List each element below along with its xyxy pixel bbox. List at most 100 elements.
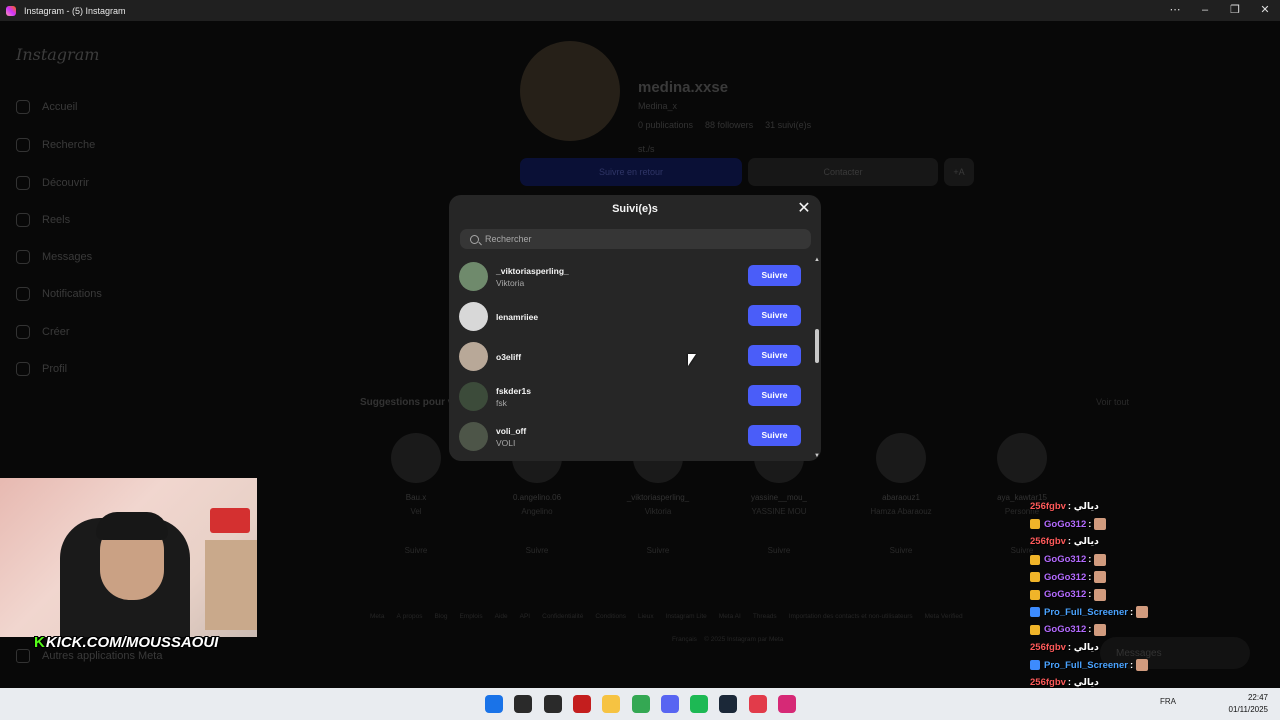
suggestion-follow-button[interactable]: Suivre [603, 546, 713, 555]
footer-link[interactable]: API [520, 613, 530, 620]
footer-link[interactable]: Threads [753, 613, 777, 620]
footer-link[interactable]: Meta AI [719, 613, 741, 620]
minimize-button[interactable]: – [1190, 0, 1220, 21]
close-window-button[interactable]: ✕ [1250, 0, 1280, 21]
suggestion-avatar[interactable] [997, 433, 1047, 483]
obs-icon[interactable] [572, 695, 591, 713]
see-all-link[interactable]: Voir tout [1096, 397, 1129, 407]
list-item-username[interactable]: fskder1s [496, 386, 531, 396]
footer-link[interactable]: Emplois [460, 613, 483, 620]
suggestion-avatar[interactable] [876, 433, 926, 483]
sidebar-item-label: Recherche [42, 139, 96, 151]
followers-count[interactable]: 88 followers [705, 120, 753, 130]
suggestion-follow-button[interactable]: Suivre [724, 546, 834, 555]
suggestion-avatar[interactable] [391, 433, 441, 483]
taskbar-clock[interactable]: 22:47 01/11/2025 [1224, 692, 1268, 716]
user-avatar[interactable] [459, 422, 488, 451]
close-icon[interactable]: ✕ [795, 200, 813, 218]
chat-username[interactable]: GoGo312 [1044, 624, 1086, 635]
windows-start-icon[interactable] [485, 695, 503, 713]
sidebar-item-0[interactable]: Accueil [16, 97, 77, 117]
footer-link[interactable]: Aide [495, 613, 508, 620]
sidebar-item-label: Messages [42, 251, 93, 263]
search-icon [16, 138, 30, 152]
list-item[interactable]: lenamriiee Suivre [449, 297, 813, 337]
list-item-username[interactable]: _viktoriasperling_ [496, 266, 569, 276]
chat-username[interactable]: Pro_Full_Screener [1044, 660, 1128, 671]
suggestion-card[interactable]: abaraouz1 Hamza Abaraouz Suivre [846, 433, 956, 573]
footer-link[interactable]: Blog [434, 613, 447, 620]
steam-icon[interactable] [719, 695, 738, 713]
list-item[interactable]: voli_off VOLI Suivre [449, 417, 813, 457]
follow-button[interactable]: Suivre [748, 425, 801, 446]
task-view-icon[interactable] [543, 695, 562, 713]
footer-link[interactable]: À propos [396, 613, 422, 620]
follow-button[interactable]: Suivre [748, 305, 801, 326]
copyright-text: © 2025 Instagram par Meta [704, 636, 784, 643]
user-avatar[interactable] [459, 262, 488, 291]
sidebar-item-3[interactable]: Reels [16, 210, 70, 230]
list-item-username[interactable]: o3eliff [496, 352, 521, 362]
chat-username[interactable]: 256fgbv [1030, 501, 1066, 512]
chat-username[interactable]: 256fgbv [1030, 536, 1066, 547]
list-item-username[interactable]: lenamriiee [496, 312, 538, 322]
more-options-icon[interactable]: ⋯ [1160, 0, 1190, 21]
footer-link[interactable]: Meta Verified [925, 613, 963, 620]
discord-icon[interactable] [660, 695, 679, 713]
valorant-icon[interactable] [748, 695, 767, 713]
footer-link[interactable]: Confidentialité [542, 613, 583, 620]
footer-link[interactable]: Meta [370, 613, 384, 620]
modal-search[interactable] [460, 229, 811, 249]
user-avatar[interactable] [459, 382, 488, 411]
list-item-fullname: VOLI [496, 438, 516, 448]
scroll-down-icon[interactable]: ▼ [814, 453, 820, 459]
chat-username[interactable]: GoGo312 [1044, 554, 1086, 565]
footer-link[interactable]: Importation des contacts et non-utilisat… [789, 613, 913, 620]
suggestion-follow-button[interactable]: Suivre [846, 546, 956, 555]
sidebar-item-6[interactable]: Créer [16, 322, 70, 342]
add-person-icon[interactable]: +A [944, 158, 974, 186]
chat-username[interactable]: GoGo312 [1044, 519, 1086, 530]
follow-button[interactable]: Suivre [748, 265, 801, 286]
contact-button[interactable]: Contacter [748, 158, 938, 186]
search-input[interactable] [485, 234, 785, 244]
chat-username[interactable]: 256fgbv [1030, 677, 1066, 688]
sidebar-item-1[interactable]: Recherche [16, 135, 95, 155]
sidebar-item-7[interactable]: Profil [16, 359, 67, 379]
suggestion-follow-button[interactable]: Suivre [482, 546, 592, 555]
list-item[interactable]: o3eliff Suivre [449, 337, 813, 377]
scroll-up-icon[interactable]: ▲ [814, 257, 820, 263]
chat-username[interactable]: 256fgbv [1030, 642, 1066, 653]
footer-link[interactable]: Lieux [638, 613, 654, 620]
scrollbar-thumb[interactable] [815, 329, 819, 363]
sidebar-item-2[interactable]: Découvrir [16, 173, 89, 193]
follow-button[interactable]: Suivre [748, 345, 801, 366]
sidebar-item-5[interactable]: Notifications [16, 284, 102, 304]
chat-username[interactable]: Pro_Full_Screener [1044, 607, 1128, 618]
modal-scrollbar[interactable]: ▲ ▼ [813, 257, 821, 461]
chat-username[interactable]: GoGo312 [1044, 572, 1086, 583]
list-item-username[interactable]: voli_off [496, 426, 526, 436]
chat-username[interactable]: GoGo312 [1044, 589, 1086, 600]
follow-back-button[interactable]: Suivre en retour [520, 158, 742, 186]
footer-link[interactable]: Instagram Lite [666, 613, 707, 620]
following-count[interactable]: 31 suivi(e)s [765, 120, 811, 130]
taskbar-language[interactable]: FRA [1160, 697, 1176, 706]
search-icon[interactable] [514, 695, 533, 713]
list-item[interactable]: _viktoriasperling_ Viktoria Suivre [449, 257, 813, 297]
user-avatar[interactable] [459, 302, 488, 331]
chrome-icon[interactable] [631, 695, 650, 713]
list-item[interactable]: fskder1s fsk Suivre [449, 377, 813, 417]
suggestion-follow-button[interactable]: Suivre [361, 546, 471, 555]
instagram-icon[interactable] [778, 695, 796, 713]
file-explorer-icon[interactable] [602, 695, 621, 713]
follow-button[interactable]: Suivre [748, 385, 801, 406]
spotify-icon[interactable] [690, 695, 709, 713]
footer-language[interactable]: Français [672, 636, 697, 643]
instagram-logo[interactable]: Instagram [16, 45, 99, 64]
footer-link[interactable]: Conditions [595, 613, 626, 620]
user-avatar[interactable] [459, 342, 488, 371]
restore-button[interactable]: ❐ [1220, 0, 1250, 21]
sidebar-item-4[interactable]: Messages [16, 247, 92, 267]
profile-avatar[interactable] [520, 41, 620, 141]
